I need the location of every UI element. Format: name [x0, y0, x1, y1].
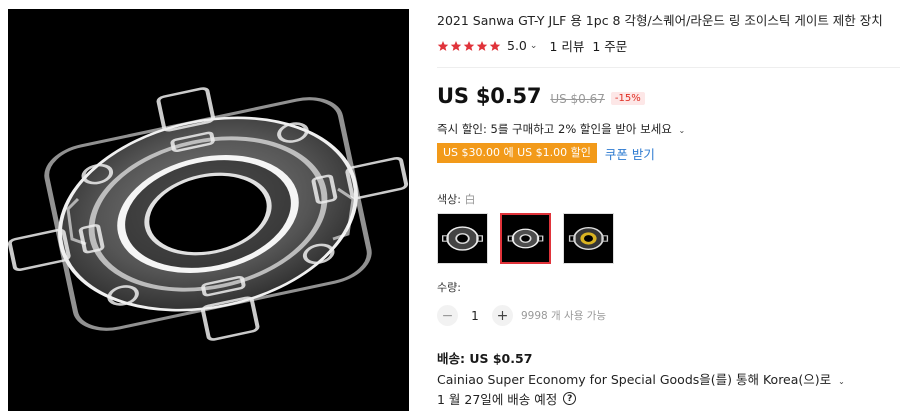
shipping-label: 배송: — [437, 351, 465, 366]
color-label: 색상: 白 — [437, 191, 475, 207]
delivery-estimate: 1 월 27일 에 배송 예정 ? — [437, 389, 577, 408]
rating-row: 5.0 ⌄ 1 리뷰 1 주문 — [437, 36, 627, 55]
shipping-method-text: Cainiao Super Economy for Special Goods을… — [437, 372, 832, 387]
color-selected-value: 白 — [464, 193, 476, 206]
gate-thumbnail-image — [504, 217, 547, 260]
product-title: 2021 Sanwa GT-Y JLF 용 1pc 8 각형/스퀘어/라운드 링… — [437, 13, 883, 28]
color-label-text: 색상: — [437, 193, 461, 206]
quantity-label: 수량: — [437, 281, 461, 294]
instant-discount-text: 즉시 할인: 5를 구매하고 2% 할인을 받아 보세요 — [437, 122, 672, 136]
chevron-down-icon[interactable]: ⌄ — [838, 377, 845, 386]
star-icon — [489, 40, 501, 52]
star-icon — [476, 40, 488, 52]
price-row: US $0.57 US $0.67 -15% — [437, 84, 645, 108]
gate-thumbnail-image — [566, 216, 611, 261]
color-option-square[interactable] — [563, 213, 614, 264]
quantity-stepper: − 1 + 9998 개 사용 가능 — [437, 305, 606, 326]
rating-value[interactable]: 5.0 — [507, 38, 527, 53]
quantity-input[interactable]: 1 — [458, 309, 492, 323]
gate-thumbnail-image — [440, 216, 485, 261]
shipping-header: 배송: US $0.57 — [437, 348, 532, 367]
joystick-gate-illustration — [8, 9, 409, 411]
available-stock: 9998 개 사용 가능 — [521, 310, 607, 322]
color-option-octagon[interactable] — [437, 213, 488, 264]
color-option-round-selected[interactable] — [500, 213, 551, 264]
review-count[interactable]: 1 리뷰 — [549, 36, 584, 55]
shipping-price: US $0.57 — [469, 351, 533, 366]
help-icon[interactable]: ? — [563, 392, 577, 405]
chevron-down-icon[interactable]: ⌄ — [530, 41, 538, 51]
star-rating — [437, 40, 501, 52]
divider — [437, 67, 900, 68]
get-coupon-link[interactable]: 쿠폰 받기 — [605, 144, 655, 163]
order-count: 1 주문 — [592, 39, 628, 54]
decrease-quantity-button[interactable]: − — [437, 305, 458, 326]
discount-badge: -15% — [610, 92, 645, 105]
star-icon — [437, 40, 449, 52]
product-main-image[interactable] — [8, 9, 409, 411]
shipping-method[interactable]: Cainiao Super Economy for Special Goods을… — [437, 369, 845, 388]
coupon-row: US $30.00 에 US $1.00 할인 쿠폰 받기 — [437, 143, 655, 163]
delivery-date: 1 월 27일 — [437, 392, 492, 407]
instant-discount[interactable]: 즉시 할인: 5를 구매하고 2% 할인을 받아 보세요 ⌄ — [437, 121, 685, 137]
delivery-suffix: 에 배송 예정 — [491, 392, 558, 407]
coupon-badge: US $30.00 에 US $1.00 할인 — [437, 143, 597, 163]
star-icon — [463, 40, 475, 52]
star-icon — [450, 40, 462, 52]
increase-quantity-button[interactable]: + — [492, 305, 513, 326]
current-price: US $0.57 — [437, 84, 542, 108]
chevron-down-icon[interactable]: ⌄ — [679, 126, 686, 135]
original-price: US $0.67 — [550, 92, 605, 106]
